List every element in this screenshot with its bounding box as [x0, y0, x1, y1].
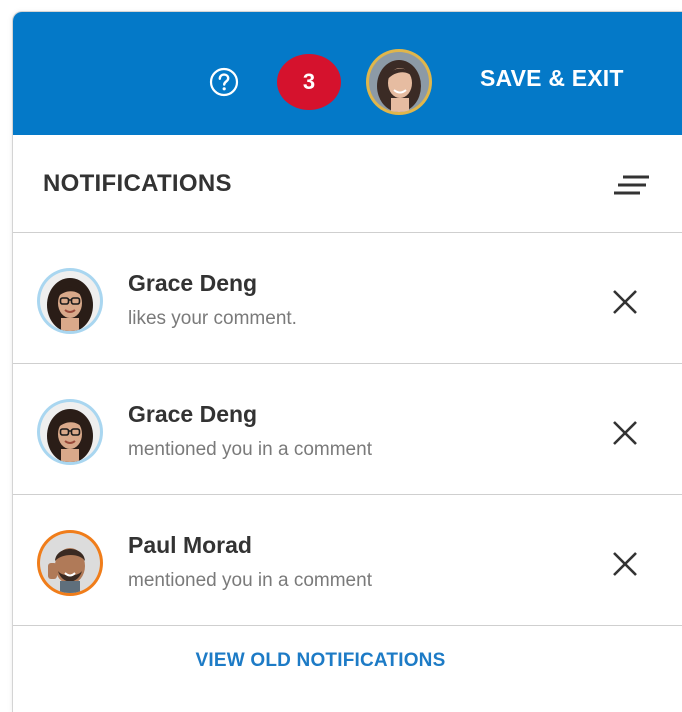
- notification-count-badge[interactable]: 3: [277, 54, 341, 110]
- notifications-header: NOTIFICATIONS: [13, 135, 682, 233]
- avatar-grace-deng: [37, 399, 103, 465]
- sort-lines-icon[interactable]: [613, 174, 651, 198]
- notification-sender: Grace Deng: [128, 401, 258, 427]
- close-icon[interactable]: [610, 418, 640, 448]
- help-icon[interactable]: [209, 67, 239, 97]
- avatar-grace-deng: [37, 268, 103, 334]
- notifications-title: NOTIFICATIONS: [43, 170, 232, 197]
- notification-item[interactable]: Grace Deng likes your comment.: [13, 233, 682, 364]
- notification-sender: Grace Deng: [128, 270, 258, 296]
- save-and-exit-button[interactable]: SAVE & EXIT: [480, 65, 624, 92]
- view-old-notifications-link[interactable]: VIEW OLD NOTIFICATIONS: [13, 650, 628, 672]
- close-icon[interactable]: [610, 549, 640, 579]
- notification-item[interactable]: Grace Deng mentioned you in a comment: [13, 364, 682, 495]
- notification-message: mentioned you in a comment: [128, 570, 372, 591]
- notification-message: likes your comment.: [128, 308, 297, 329]
- close-icon[interactable]: [610, 287, 640, 317]
- avatar-paul-morad: [37, 530, 103, 596]
- top-bar: 3 SAVE & EXIT: [13, 12, 682, 135]
- notifications-panel: 3 SAVE & EXIT NOTIFICATIONS Grace Deng l…: [13, 12, 682, 712]
- notification-item[interactable]: Paul Morad mentioned you in a comment: [13, 495, 682, 626]
- notification-list: Grace Deng likes your comment. Grace Den…: [13, 233, 682, 626]
- user-avatar[interactable]: [366, 49, 432, 115]
- notification-sender: Paul Morad: [128, 532, 252, 558]
- notification-message: mentioned you in a comment: [128, 439, 372, 460]
